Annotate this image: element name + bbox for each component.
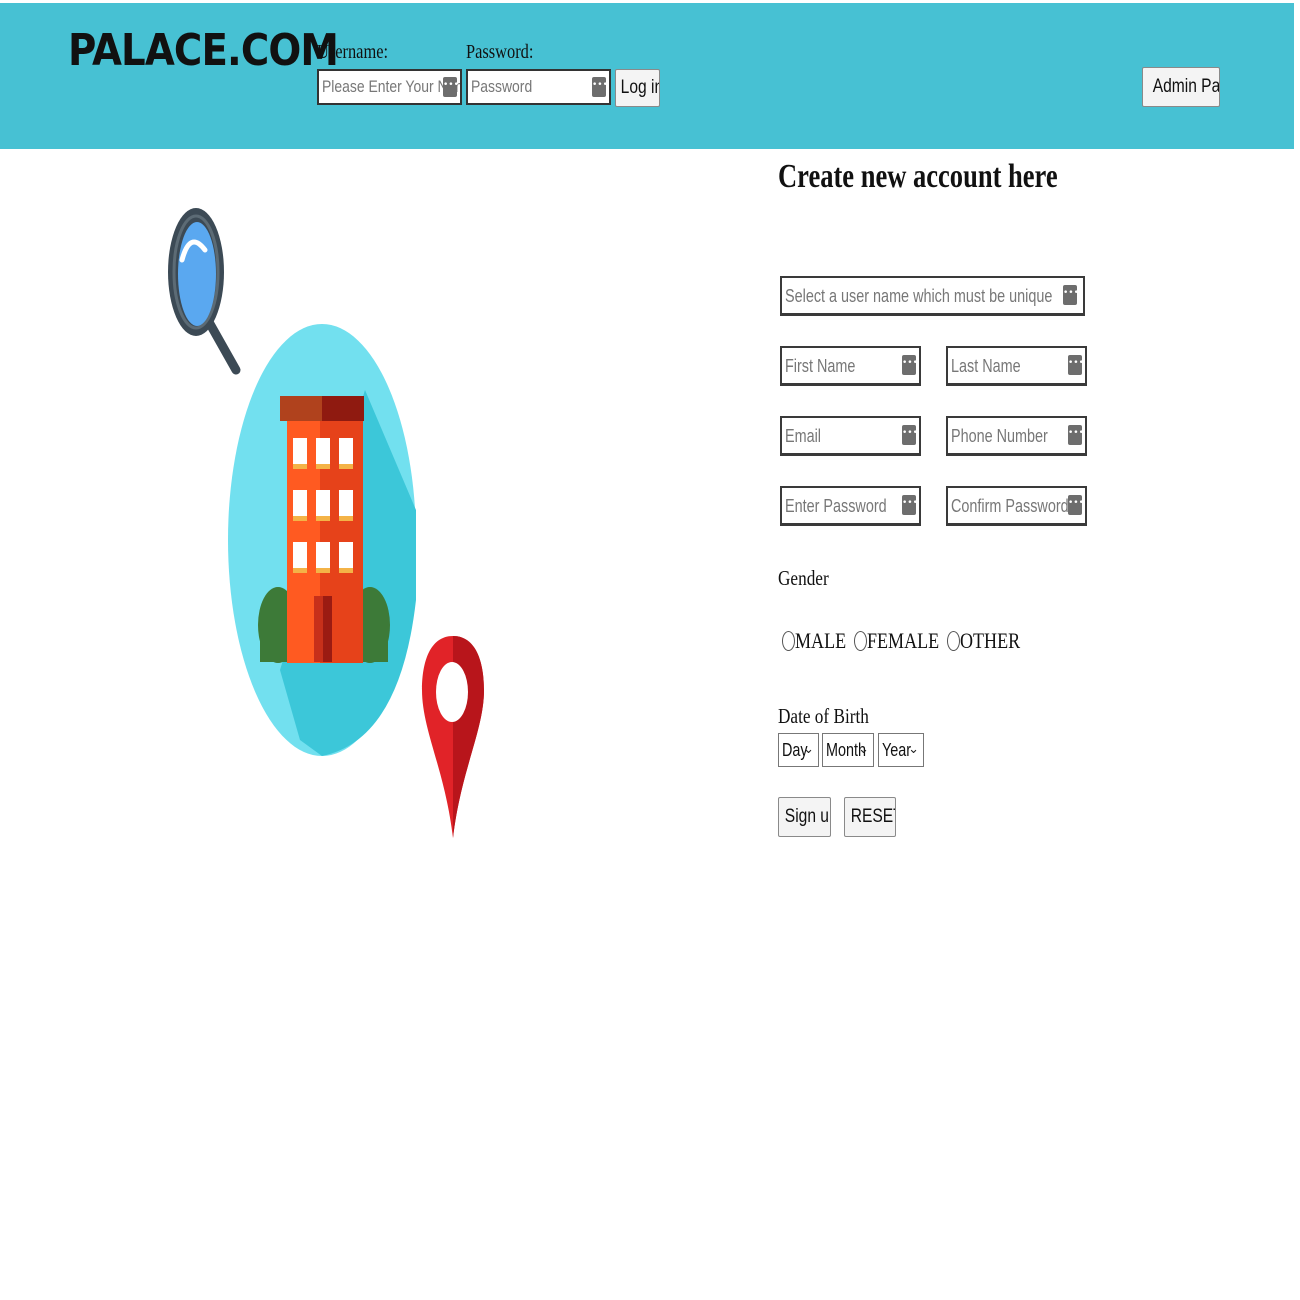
login-password-placeholder: Password — [471, 77, 533, 96]
dob-year-value: Year — [882, 740, 912, 760]
magnifier-icon — [168, 208, 241, 375]
admin-panel-button[interactable]: Admin Panel — [1142, 67, 1220, 107]
username-label: Username: — [317, 41, 389, 63]
signup-button-label: Sign up — [784, 806, 830, 827]
header-bar: PALACE.COM Username: Please Enter Your N… — [0, 3, 1294, 149]
key-icon[interactable]: ••• — [1068, 425, 1084, 445]
gender-label: Gender — [778, 566, 829, 590]
reset-button[interactable]: RESET — [844, 797, 896, 837]
key-icon[interactable]: ••• — [1063, 285, 1079, 305]
gender-male-label[interactable]: MALE — [795, 628, 846, 654]
key-icon[interactable]: ••• — [1068, 495, 1084, 515]
dob-day-select[interactable]: Day ⌄ — [778, 733, 819, 767]
key-icon[interactable]: ••• — [592, 77, 608, 97]
gender-female-label[interactable]: FEMALE — [867, 628, 939, 654]
site-logo[interactable]: PALACE.COM — [68, 25, 339, 76]
dob-month-select[interactable]: Month ⌄ — [822, 733, 874, 767]
gender-radio-group: MALE FEMALE OTHER — [782, 628, 1034, 658]
dob-label: Date of Birth — [778, 704, 869, 728]
form-title: Create new account here — [778, 158, 1058, 195]
location-pin-icon — [422, 636, 484, 838]
key-icon[interactable]: ••• — [902, 495, 918, 515]
gender-female-radio[interactable] — [853, 631, 867, 651]
login-button[interactable]: Log in — [615, 69, 660, 107]
password-placeholder: Enter Password — [785, 496, 887, 516]
signup-username-input[interactable]: Select a user name which must be unique … — [780, 276, 1085, 316]
confirm-password-placeholder: Confirm Password — [951, 496, 1069, 516]
login-password-input[interactable]: Password ••• — [466, 69, 611, 105]
hotel-building-icon — [280, 396, 364, 663]
signup-username-placeholder: Select a user name which must be unique — [785, 286, 1053, 306]
key-icon[interactable]: ••• — [902, 355, 918, 375]
chevron-down-icon: ⌄ — [908, 742, 919, 757]
gender-other-radio[interactable] — [947, 631, 961, 651]
phone-input[interactable]: Phone Number ••• — [946, 416, 1087, 456]
signup-button[interactable]: Sign up — [778, 797, 831, 837]
first-name-placeholder: First Name — [785, 356, 856, 376]
password-input[interactable]: Enter Password ••• — [780, 486, 921, 526]
password-label: Password: — [466, 41, 534, 63]
login-button-label: Log in — [620, 77, 660, 98]
first-name-input[interactable]: First Name ••• — [780, 346, 921, 386]
hotel-location-illustration — [168, 208, 484, 838]
chevron-down-icon: ⌄ — [858, 742, 869, 757]
chevron-down-icon: ⌄ — [803, 742, 814, 757]
admin-panel-label: Admin Panel — [1152, 76, 1220, 97]
page: PALACE.COM Username: Please Enter Your N… — [0, 0, 1300, 1300]
last-name-input[interactable]: Last Name ••• — [946, 346, 1087, 386]
gender-male-radio[interactable] — [782, 631, 795, 651]
reset-button-label: RESET — [850, 806, 895, 827]
email-input[interactable]: Email ••• — [780, 416, 921, 456]
confirm-password-input[interactable]: Confirm Password ••• — [946, 486, 1087, 526]
key-icon[interactable]: ••• — [902, 425, 918, 445]
login-username-input[interactable]: Please Enter Your Name ••• — [317, 69, 462, 105]
key-icon[interactable]: ••• — [1068, 355, 1084, 375]
gender-other-label[interactable]: OTHER — [960, 628, 1020, 654]
email-placeholder: Email — [785, 426, 822, 446]
dob-year-select[interactable]: Year ⌄ — [878, 733, 924, 767]
login-username-placeholder: Please Enter Your Name — [322, 77, 462, 96]
phone-placeholder: Phone Number — [951, 426, 1048, 446]
last-name-placeholder: Last Name — [951, 356, 1021, 376]
key-icon[interactable]: ••• — [443, 77, 459, 97]
